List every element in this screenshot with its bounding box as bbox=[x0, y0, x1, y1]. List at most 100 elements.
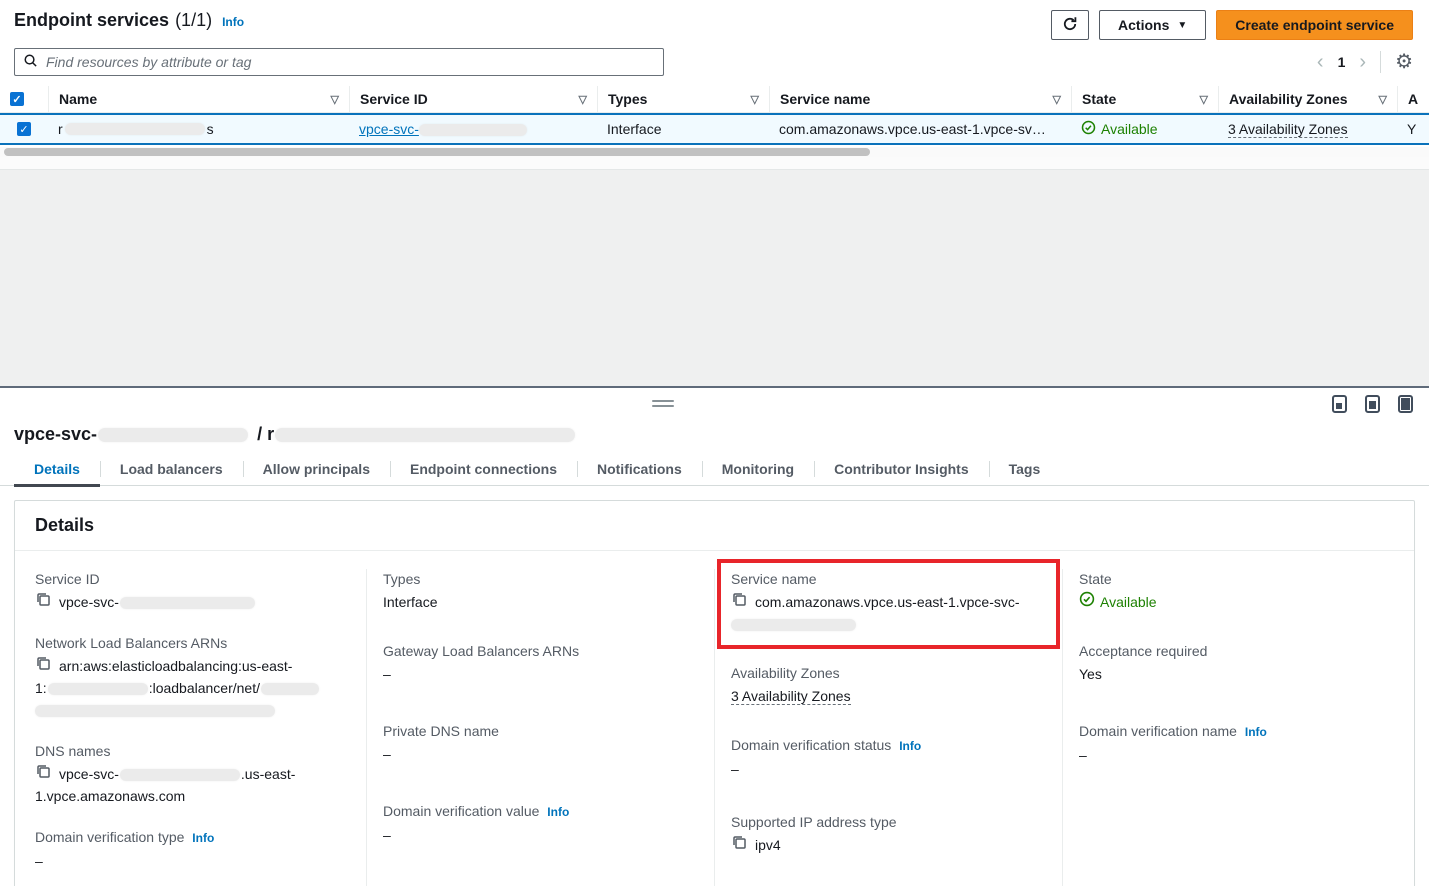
pager-divider bbox=[1380, 51, 1381, 73]
tab-endpoint-connections[interactable]: Endpoint connections bbox=[390, 453, 577, 485]
details-column-2: Types Interface Gateway Load Balancers A… bbox=[366, 569, 714, 886]
column-header-name[interactable]: Name ▽ bbox=[48, 86, 349, 112]
table-row[interactable]: ✓ r s vpce-svc- Interface com.amazonaws.… bbox=[0, 113, 1429, 145]
field-glb-arns: Gateway Load Balancers ARNs – bbox=[383, 641, 698, 685]
column-header-service-id[interactable]: Service ID ▽ bbox=[349, 86, 597, 112]
info-link[interactable]: Info bbox=[192, 831, 214, 845]
field-label: Gateway Load Balancers ARNs bbox=[383, 641, 698, 661]
tab-allow-principals[interactable]: Allow principals bbox=[243, 453, 390, 485]
tab-monitoring[interactable]: Monitoring bbox=[702, 453, 814, 485]
gear-icon[interactable]: ⚙ bbox=[1395, 52, 1413, 72]
copy-icon[interactable] bbox=[35, 763, 51, 785]
column-header-state[interactable]: State ▽ bbox=[1071, 86, 1218, 112]
title-info-link[interactable]: Info bbox=[222, 15, 244, 29]
sort-icon[interactable]: ▽ bbox=[1379, 93, 1387, 106]
row-checkbox[interactable]: ✓ bbox=[17, 122, 31, 136]
sort-icon[interactable]: ▽ bbox=[579, 93, 587, 106]
next-page-arrow[interactable]: › bbox=[1359, 52, 1366, 72]
field-label: Service name bbox=[731, 569, 1046, 589]
prev-page-arrow[interactable]: ‹ bbox=[1317, 52, 1324, 72]
sort-icon[interactable]: ▽ bbox=[1053, 93, 1061, 106]
details-column-4: State Available Acceptance required Yes bbox=[1062, 569, 1410, 886]
field-domain-verification-type: Domain verification type Info – bbox=[35, 827, 350, 872]
search-input[interactable] bbox=[46, 54, 655, 70]
column-label: Types bbox=[608, 91, 647, 107]
field-domain-verification-value: Domain verification value Info – bbox=[383, 801, 698, 846]
field-label: Availability Zones bbox=[731, 663, 1046, 683]
info-link[interactable]: Info bbox=[1245, 725, 1267, 739]
redacted-text bbox=[35, 705, 275, 717]
refresh-button[interactable] bbox=[1051, 10, 1089, 40]
info-link[interactable]: Info bbox=[899, 739, 921, 753]
field-supported-ip: Supported IP address type ipv4 bbox=[731, 812, 1046, 856]
sort-icon[interactable]: ▽ bbox=[751, 93, 759, 106]
panel-size-medium-icon[interactable] bbox=[1365, 395, 1380, 413]
field-label: State bbox=[1079, 569, 1394, 589]
column-header-availability-zones[interactable]: Availability Zones ▽ bbox=[1218, 86, 1397, 112]
field-label: DNS names bbox=[35, 741, 350, 761]
field-label: Domain verification status bbox=[731, 737, 891, 753]
copy-icon[interactable] bbox=[35, 655, 51, 677]
field-value: – bbox=[35, 850, 350, 872]
resource-count: (1/1) bbox=[175, 10, 212, 31]
column-header-types[interactable]: Types ▽ bbox=[597, 86, 769, 112]
search-icon bbox=[23, 53, 38, 71]
split-panel: vpce-svc- / r Details Load balancers All… bbox=[0, 388, 1429, 886]
tab-details[interactable]: Details bbox=[14, 453, 100, 485]
nlb-arn-line2-mid: :loadbalancer/net/ bbox=[149, 680, 260, 696]
field-private-dns: Private DNS name – bbox=[383, 721, 698, 765]
field-label: Private DNS name bbox=[383, 721, 698, 741]
panel-size-full-icon[interactable] bbox=[1398, 395, 1413, 413]
field-label: Domain verification value bbox=[383, 803, 539, 819]
sort-icon[interactable]: ▽ bbox=[331, 93, 339, 106]
nlb-arn-line1: arn:aws:elasticloadbalancing:us-east- bbox=[59, 655, 292, 677]
service-id-link[interactable]: vpce-svc- bbox=[359, 121, 527, 137]
availability-zones-link[interactable]: 3 Availability Zones bbox=[731, 688, 851, 705]
highlight-red-box: Service name com.amazonaws.vpce.us-east-… bbox=[717, 559, 1060, 649]
copy-icon[interactable] bbox=[731, 834, 747, 856]
info-link[interactable]: Info bbox=[547, 805, 569, 819]
field-label: Network Load Balancers ARNs bbox=[35, 633, 350, 653]
redacted-text bbox=[275, 428, 575, 442]
panel-size-small-icon[interactable] bbox=[1332, 395, 1347, 413]
refresh-icon bbox=[1062, 16, 1078, 35]
tab-load-balancers[interactable]: Load balancers bbox=[100, 453, 243, 485]
create-endpoint-service-button[interactable]: Create endpoint service bbox=[1216, 10, 1413, 40]
field-domain-verification-status: Domain verification status Info – bbox=[731, 735, 1046, 780]
horizontal-scrollbar[interactable] bbox=[0, 147, 1429, 157]
dns-value-prefix: vpce-svc- bbox=[59, 766, 119, 782]
tab-notifications[interactable]: Notifications bbox=[577, 453, 702, 485]
search-box[interactable] bbox=[14, 48, 664, 76]
service-id-prefix: vpce-svc- bbox=[359, 121, 419, 137]
status-available-icon bbox=[1081, 120, 1096, 138]
column-header-service-name[interactable]: Service name ▽ bbox=[769, 86, 1071, 112]
field-value: – bbox=[1079, 744, 1394, 766]
actions-button[interactable]: Actions ▼ bbox=[1099, 10, 1206, 40]
sort-icon[interactable]: ▽ bbox=[1200, 93, 1208, 106]
scrollbar-thumb[interactable] bbox=[4, 148, 870, 156]
status-available-icon bbox=[1079, 591, 1095, 613]
select-all-checkbox[interactable]: ✓ bbox=[10, 92, 24, 106]
column-label: A bbox=[1408, 91, 1418, 107]
split-panel-drag-handle[interactable] bbox=[652, 400, 674, 410]
details-column-3: Service name com.amazonaws.vpce.us-east-… bbox=[714, 569, 1062, 886]
cell-acceptance: Y bbox=[1397, 115, 1429, 143]
details-card: Details Service ID vpce-svc- Network bbox=[14, 500, 1415, 886]
field-domain-verification-name: Domain verification name Info – bbox=[1079, 721, 1394, 766]
field-value: Yes bbox=[1079, 663, 1394, 685]
tab-contributor-insights[interactable]: Contributor Insights bbox=[814, 453, 989, 485]
chevron-down-icon: ▼ bbox=[1177, 20, 1187, 31]
actions-label: Actions bbox=[1118, 17, 1169, 33]
copy-icon[interactable] bbox=[35, 591, 51, 613]
dns-value-mid: .us-east- bbox=[241, 766, 295, 782]
name-suffix: s bbox=[207, 121, 214, 137]
column-header-acceptance[interactable]: A bbox=[1397, 86, 1429, 112]
check-icon: ✓ bbox=[19, 123, 28, 136]
tab-tags[interactable]: Tags bbox=[989, 453, 1061, 485]
nlb-arn-line2-prefix: 1: bbox=[35, 680, 47, 696]
details-card-title: Details bbox=[15, 501, 1414, 551]
copy-icon[interactable] bbox=[731, 591, 747, 613]
page-number[interactable]: 1 bbox=[1338, 54, 1346, 70]
availability-zones-link[interactable]: 3 Availability Zones bbox=[1228, 121, 1348, 138]
field-label: Domain verification name bbox=[1079, 723, 1237, 739]
